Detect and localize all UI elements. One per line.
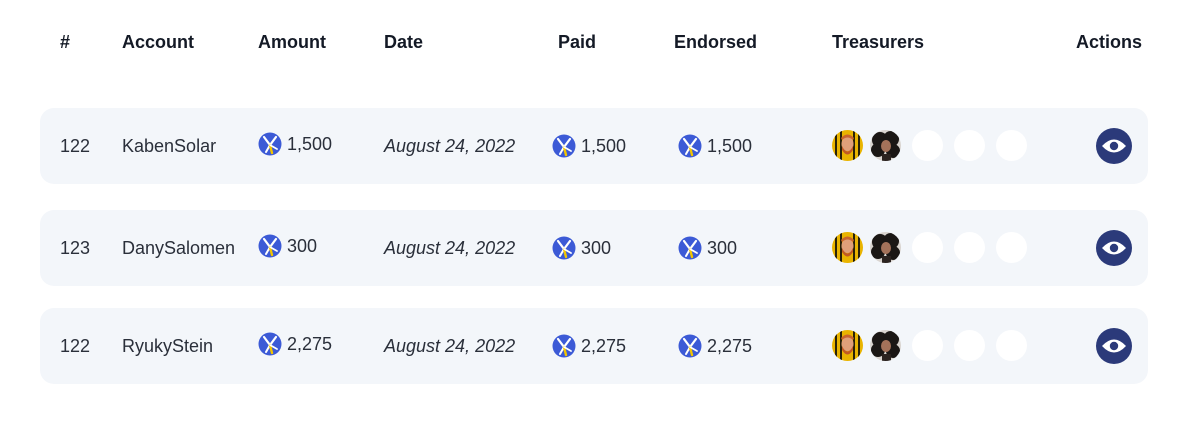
row-index: 122: [60, 335, 91, 356]
eye-icon: [1101, 137, 1127, 155]
paid-value: 1,500: [581, 135, 627, 156]
empty-treasurer-slot: [954, 130, 985, 161]
treasurer-avatar-1[interactable]: [832, 330, 863, 361]
date-value: August 24, 2022: [384, 335, 516, 356]
header-amount: Amount: [258, 32, 326, 52]
treasurer-avatar-2[interactable]: [870, 130, 901, 161]
token-logo-icon: [678, 236, 702, 260]
amount-cell: 1,500: [258, 106, 332, 182]
amount-cell: 300: [258, 208, 317, 284]
token-logo-icon: [678, 134, 702, 158]
empty-treasurer-slot: [996, 130, 1027, 161]
eye-icon: [1101, 239, 1127, 257]
treasurer-avatar-2[interactable]: [870, 330, 901, 361]
view-button[interactable]: [1096, 230, 1132, 266]
treasurer-avatar-1[interactable]: [832, 130, 863, 161]
amount-cell: 2,275: [258, 306, 332, 382]
paid-cell: 2,275: [552, 308, 626, 384]
token-logo-icon: [678, 334, 702, 358]
empty-treasurer-slot: [912, 330, 943, 361]
endorsed-value: 1,500: [707, 135, 753, 156]
view-button[interactable]: [1096, 128, 1132, 164]
paid-cell: 1,500: [552, 108, 626, 184]
account-name: RyukyStein: [122, 335, 214, 356]
treasurer-avatar-2[interactable]: [870, 232, 901, 263]
empty-treasurer-slot: [996, 232, 1027, 263]
view-button[interactable]: [1096, 328, 1132, 364]
payments-table: # Account Amount Date Paid Endorsed Trea…: [0, 0, 1186, 428]
header-date: Date: [384, 32, 424, 52]
row-index: 122: [60, 135, 91, 156]
eye-icon: [1101, 337, 1127, 355]
empty-treasurer-slot: [954, 232, 985, 263]
account-name: DanySalomen: [122, 237, 236, 258]
date-value: August 24, 2022: [384, 237, 516, 258]
token-logo-icon: [258, 332, 282, 356]
amount-value: 300: [287, 235, 318, 256]
endorsed-cell: 300: [678, 210, 737, 286]
table-row: 122 RyukyStein 2,275 August 24, 2022 2,275 2,…: [40, 308, 1148, 384]
table-row: 123 DanySalomen 300 August 24, 2022 300 300: [40, 210, 1148, 286]
account-name: KabenSolar: [122, 135, 217, 156]
token-logo-icon: [552, 236, 576, 260]
token-logo-icon: [258, 234, 282, 258]
paid-cell: 300: [552, 210, 611, 286]
endorsed-cell: 2,275: [678, 308, 752, 384]
table-header: # Account Amount Date Paid Endorsed Trea…: [0, 0, 1186, 88]
amount-value: 1,500: [287, 133, 333, 154]
header-actions: Actions: [1076, 32, 1143, 52]
empty-treasurer-slot: [954, 330, 985, 361]
paid-value: 2,275: [581, 335, 627, 356]
empty-treasurer-slot: [912, 130, 943, 161]
header-endorsed: Endorsed: [674, 32, 758, 52]
row-index: 123: [60, 237, 91, 258]
amount-value: 2,275: [287, 333, 333, 354]
token-logo-icon: [258, 132, 282, 156]
header-index: #: [60, 32, 71, 52]
endorsed-cell: 1,500: [678, 108, 752, 184]
treasurer-avatar-1[interactable]: [832, 232, 863, 263]
endorsed-value: 2,275: [707, 335, 753, 356]
header-treasurers: Treasurers: [832, 32, 925, 52]
endorsed-value: 300: [707, 237, 738, 258]
date-value: August 24, 2022: [384, 135, 516, 156]
header-paid: Paid: [558, 32, 597, 52]
paid-value: 300: [581, 237, 612, 258]
token-logo-icon: [552, 134, 576, 158]
empty-treasurer-slot: [996, 330, 1027, 361]
header-account: Account: [122, 32, 194, 52]
token-logo-icon: [552, 334, 576, 358]
table-row: 122 KabenSolar 1,500 August 24, 2022 1,500 1,…: [40, 108, 1148, 184]
empty-treasurer-slot: [912, 232, 943, 263]
